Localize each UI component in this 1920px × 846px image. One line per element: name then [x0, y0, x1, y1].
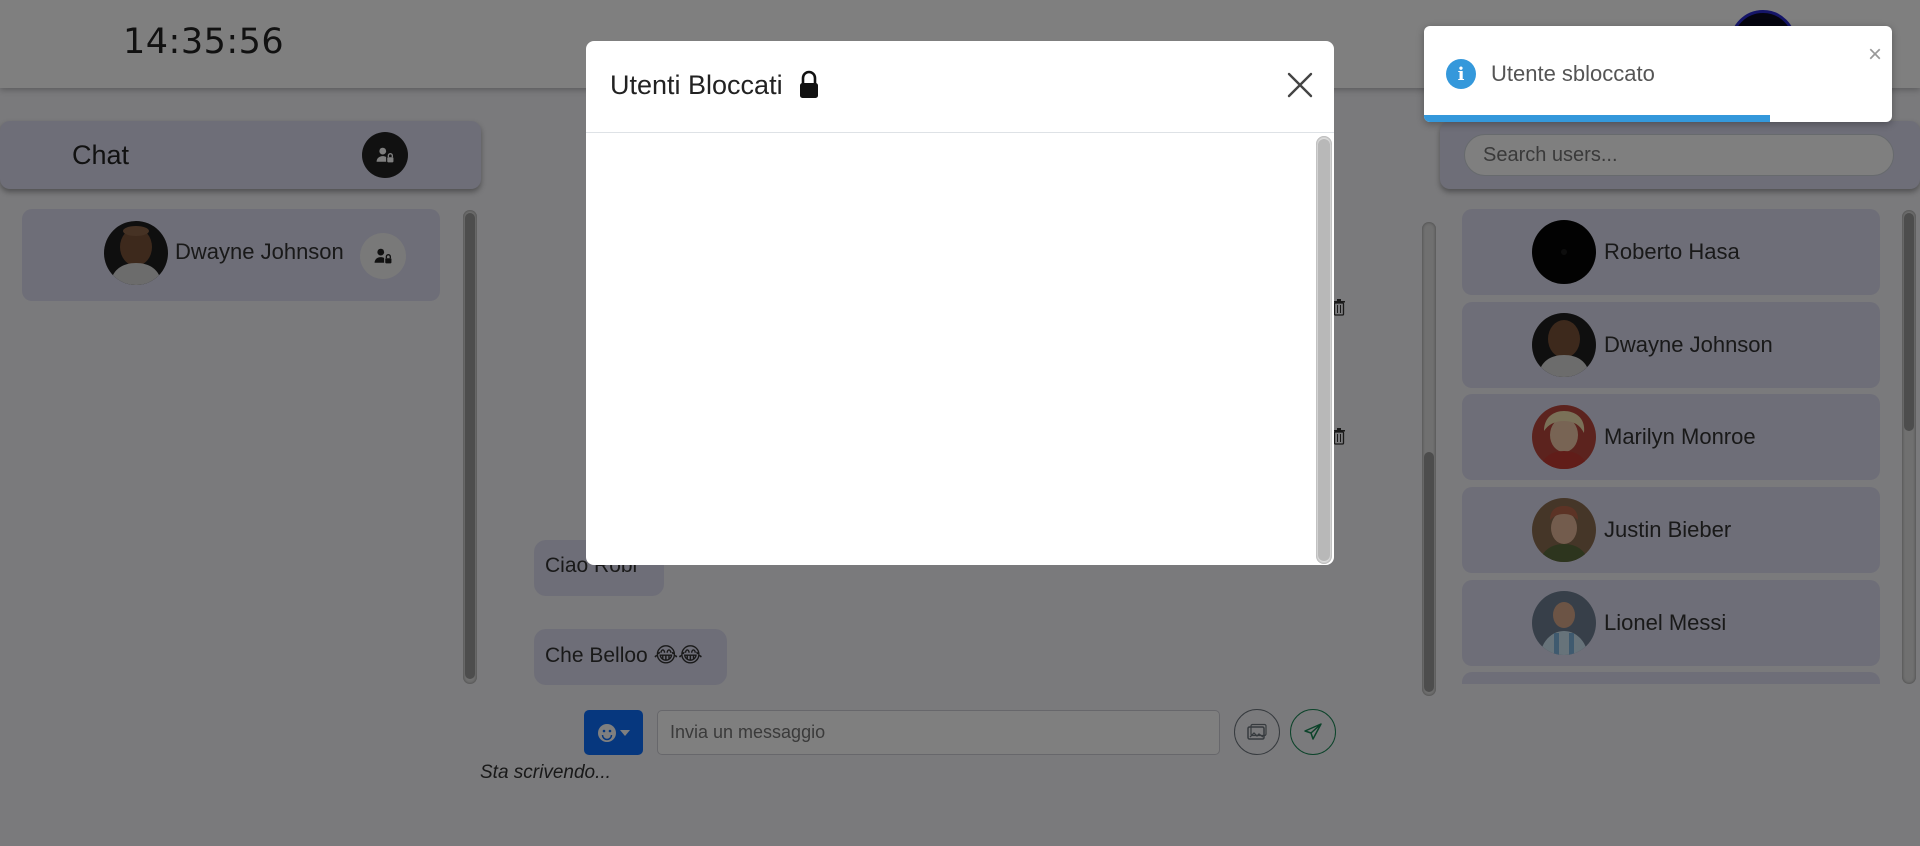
close-icon[interactable]: [1284, 69, 1316, 101]
modal-scrollbar[interactable]: [1316, 136, 1332, 564]
toast-message: Utente sbloccato: [1491, 61, 1655, 86]
toast-notification: i Utente sbloccato ×: [1424, 26, 1892, 122]
modal-header: Utenti Bloccati: [586, 41, 1334, 133]
lock-icon: [800, 70, 818, 98]
blocked-users-modal: Utenti Bloccati: [586, 41, 1334, 565]
toast-progress-bar: [1424, 115, 1771, 122]
modal-title: Utenti Bloccati: [610, 70, 783, 100]
toast-close-button[interactable]: ×: [1868, 43, 1882, 67]
info-icon: i: [1446, 59, 1476, 89]
